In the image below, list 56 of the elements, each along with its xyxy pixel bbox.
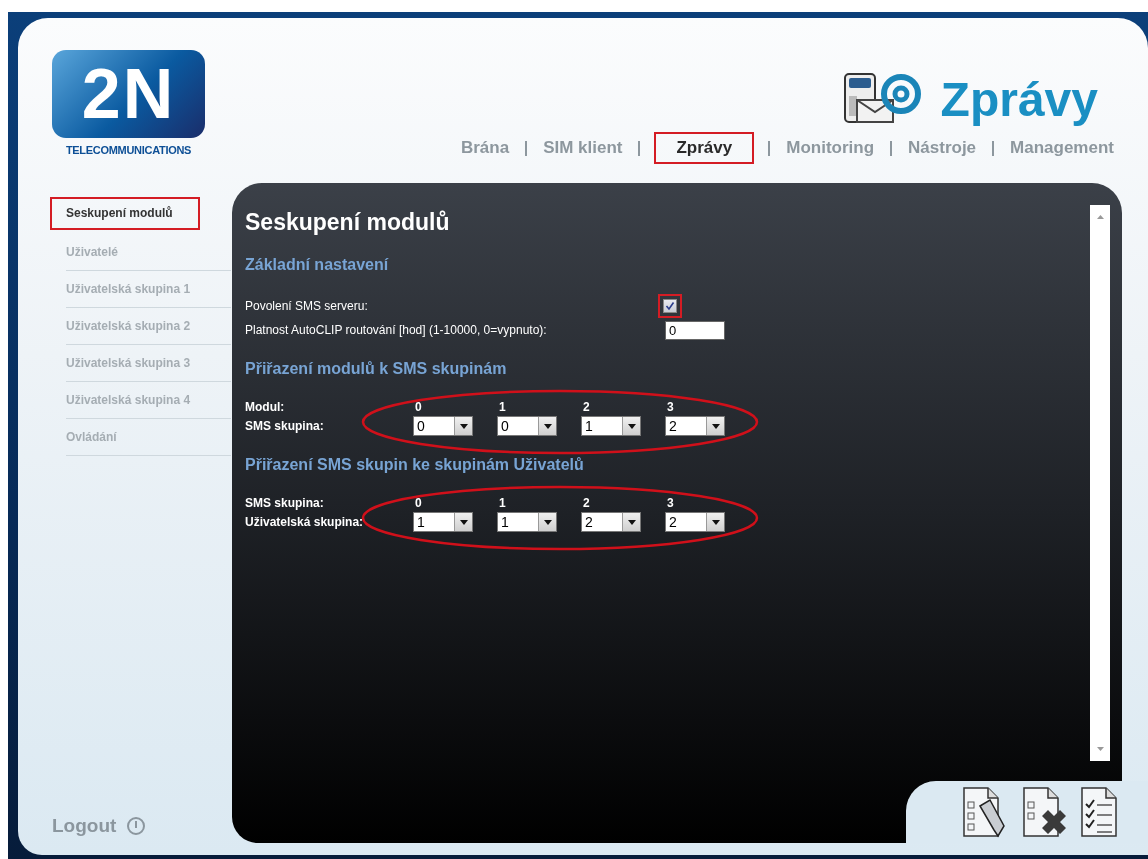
column-number: 3 [666,400,675,414]
column-number: 0 [414,400,423,414]
nav-tab[interactable]: Zprávy [654,132,755,164]
dropdown[interactable]: 0 [413,416,473,436]
dropdown[interactable]: 1 [413,512,473,532]
column-number: 1 [498,400,507,414]
row-label: Uživatelská skupina: [245,515,365,529]
dropdown-arrow-icon [543,423,552,429]
dropdown[interactable]: 1 [497,512,557,532]
scroll-down-icon[interactable] [1096,747,1104,751]
row-label: Modul: [245,400,286,414]
dropdown-arrow-icon [459,423,468,429]
column-number: 0 [414,496,423,510]
nav-tab[interactable]: Monitoring [784,132,877,164]
column-number: 2 [582,496,591,510]
dropdown[interactable]: 2 [665,416,725,436]
dropdown[interactable]: 2 [581,512,641,532]
dropdown-arrow-icon [711,519,720,525]
page-heading: Seskupení modulů [245,209,450,236]
row-label: SMS skupina: [245,419,325,433]
column-number: 3 [666,496,675,510]
logo-mark: 2N [52,50,205,138]
sidebar-item[interactable]: Uživatelská skupina 2 [66,308,231,345]
row-label: SMS skupina: [245,496,325,510]
section-heading: Základní nastavení [245,256,389,274]
sidebar-item[interactable]: Uživatelská skupina 3 [66,345,231,382]
setting-label: Povolení SMS serveru: [245,299,369,313]
sidebar-item[interactable]: Uživatelská skupina 1 [66,271,231,308]
sidebar-item[interactable]: Seskupení modulů [50,197,200,230]
sidebar-item[interactable]: Ovládání [66,419,231,456]
nav-tab[interactable]: SIM klient [541,132,625,164]
logout-link[interactable]: Logout [52,815,117,837]
dropdown-arrow-icon [627,423,636,429]
nav-tab[interactable]: Management [1008,132,1116,164]
section-heading: Přiřazení SMS skupin ke skupinám Uživatelů [245,456,584,474]
scrollbar[interactable] [1090,205,1110,761]
dropdown-arrow-icon [711,423,720,429]
section-title: Zprávy [940,71,1098,127]
column-number: 2 [582,400,591,414]
sidebar-item[interactable]: Uživatelská skupina 4 [66,382,231,419]
section-heading: Přiřazení modulů k SMS skupinám [245,360,507,378]
nav-tab[interactable]: Nástroje [906,132,979,164]
nav-tab[interactable]: Brána [458,132,512,164]
dropdown[interactable]: 1 [581,416,641,436]
dropdown[interactable]: 2 [665,512,725,532]
sidebar-item[interactable]: Uživatelé [66,234,231,271]
dropdown-arrow-icon [627,519,636,525]
dropdown-arrow-icon [543,519,552,525]
checkbox[interactable] [663,299,677,313]
setting-label: Platnost AutoCLIP routování [hod] (1-10000, 0=vypnuto): [245,323,548,337]
logo-tagline: TELECOMMUNICATIONS [65,144,192,156]
dropdown-arrow-icon [459,519,468,525]
column-number: 1 [498,496,507,510]
dropdown[interactable]: 0 [497,416,557,436]
input-field[interactable]: 0 [665,320,725,340]
scroll-up-icon[interactable] [1096,215,1104,219]
